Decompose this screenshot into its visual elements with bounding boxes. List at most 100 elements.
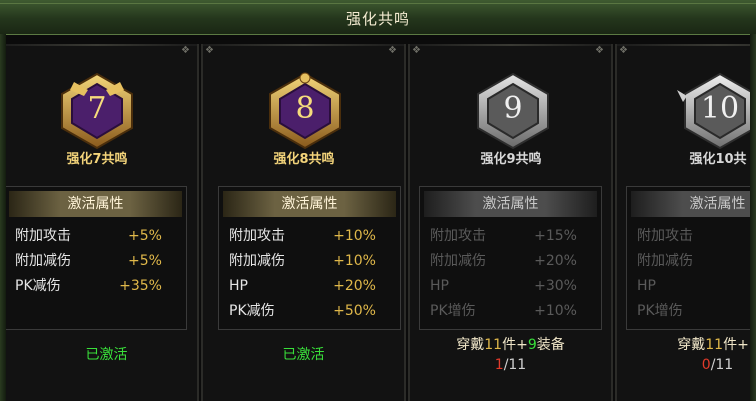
resonance-card-8[interactable]: ❖ ❖ 8 强化8共鸣 激活属性 附加攻击 +10% 附加减伤 +10% HP … xyxy=(201,44,406,401)
corner-ornament: ❖ xyxy=(388,45,397,56)
requirement-count: 11 xyxy=(484,337,503,353)
attribute-row: 附加攻击 +15% xyxy=(426,225,601,247)
rank-8-badge-icon: 8 xyxy=(262,72,348,150)
card-label: 强化8共鸣 xyxy=(273,152,335,167)
frame-right xyxy=(750,34,756,401)
attribute-value: +10% xyxy=(333,253,376,269)
card-divider xyxy=(615,44,617,401)
attribute-value: +50% xyxy=(333,303,376,319)
resonance-card-7[interactable]: ❖ 7 强化7共鸣 激活属性 附加攻击 +5% 附加减伤 +5% PK减伤 +3… xyxy=(6,44,199,401)
corner-ornament: ❖ xyxy=(412,45,421,56)
attribute-name: 附加攻击 xyxy=(637,228,693,244)
requirement-mid: 件+ xyxy=(502,337,528,353)
attribute-name: 附加减伤 xyxy=(15,253,71,269)
title-bar-accent xyxy=(0,3,756,4)
rank-9-badge-icon: 9 xyxy=(470,72,556,150)
attribute-row: PK减伤 +50% xyxy=(225,300,400,322)
requirement-count: 11 xyxy=(705,337,724,353)
requirement-level: 9 xyxy=(527,337,537,353)
attribute-value: +5% xyxy=(128,253,162,269)
corner-ornament: ❖ xyxy=(595,45,604,56)
attribute-row: 附加减伤 +10% xyxy=(225,250,400,272)
equip-requirement: 穿戴11件+1 xyxy=(625,334,750,354)
attribute-name: HP xyxy=(430,278,449,294)
corner-ornament: ❖ xyxy=(205,45,214,56)
attribute-row: 附加攻击 +5% xyxy=(11,225,186,247)
requirement-suffix: 装备 xyxy=(536,337,565,353)
requirement-mid: 件+1 xyxy=(723,337,750,353)
attribute-value: +5% xyxy=(128,228,162,244)
attribute-name: 附加攻击 xyxy=(229,228,285,244)
progress-total: /11 xyxy=(710,357,734,373)
attributes-header: 激活属性 xyxy=(223,191,396,217)
attribute-row: HP +20% xyxy=(225,275,400,297)
attribute-row: 附加攻击 xyxy=(633,225,750,247)
corner-ornament: ❖ xyxy=(619,45,628,56)
cards-scroll-track[interactable]: ❖ 7 强化7共鸣 激活属性 附加攻击 +5% 附加减伤 +5% PK减伤 +3… xyxy=(6,44,750,401)
badge-number: 7 xyxy=(87,91,107,126)
activated-status: 已激活 xyxy=(282,347,325,363)
corner-ornament: ❖ xyxy=(181,45,190,56)
card-label: 强化9共鸣 xyxy=(480,152,542,167)
attribute-value: +20% xyxy=(333,278,376,294)
attribute-row: PK增伤 +10% xyxy=(426,300,601,322)
attribute-value: +35% xyxy=(119,278,162,294)
badge-number: 10 xyxy=(700,91,740,126)
title-bar: 强化共鸣 xyxy=(0,0,756,35)
attribute-name: 附加攻击 xyxy=(15,228,71,244)
attribute-value: +10% xyxy=(534,303,577,319)
attributes-header: 激活属性 xyxy=(631,191,750,217)
attributes-panel: 激活属性 附加攻击 附加减伤 HP PK增伤 xyxy=(626,186,750,330)
attribute-name: HP xyxy=(229,278,248,294)
attribute-row: 附加攻击 +10% xyxy=(225,225,400,247)
attribute-value: +30% xyxy=(534,278,577,294)
attributes-header: 激活属性 xyxy=(424,191,597,217)
attribute-row: 附加减伤 +20% xyxy=(426,250,601,272)
attribute-name: PK增伤 xyxy=(430,303,476,319)
attribute-value: +15% xyxy=(534,228,577,244)
equip-requirement: 穿戴11件+9装备 xyxy=(418,334,603,354)
badge-number: 9 xyxy=(503,91,523,126)
progress-current: 1 xyxy=(494,357,504,373)
card-divider xyxy=(201,44,203,401)
card-divider xyxy=(611,44,613,401)
attribute-row: 附加减伤 xyxy=(633,250,750,272)
attribute-name: 附加攻击 xyxy=(430,228,486,244)
requirement-prefix: 穿戴 xyxy=(456,337,485,353)
attribute-name: PK增伤 xyxy=(637,303,683,319)
attribute-row: HP +30% xyxy=(426,275,601,297)
window-title: 强化共鸣 xyxy=(345,10,410,28)
resonance-card-9[interactable]: ❖ ❖ 9 强化9共鸣 激活属性 附加攻击 +15% 附加减伤 +20% HP … xyxy=(408,44,613,401)
attribute-name: 附加减伤 xyxy=(229,253,285,269)
rank-10-badge-icon: 10 xyxy=(677,72,750,150)
activated-status: 已激活 xyxy=(85,347,128,363)
progress-total: /11 xyxy=(503,357,527,373)
attributes-panel: 激活属性 附加攻击 +10% 附加减伤 +10% HP +20% PK减伤 +5… xyxy=(218,186,401,330)
equip-progress: 1/11 xyxy=(418,357,603,373)
requirement-prefix: 穿戴 xyxy=(677,337,706,353)
resonance-window: 强化共鸣 ❖ 7 强化7共鸣 激活属性 附加攻击 +5% 附加减伤 +5% PK… xyxy=(0,0,756,401)
attribute-row: HP xyxy=(633,275,750,297)
card-divider xyxy=(404,44,406,401)
attribute-row: PK减伤 +35% xyxy=(11,275,186,297)
progress-current: 0 xyxy=(701,357,711,373)
attribute-name: 附加减伤 xyxy=(430,253,486,269)
attribute-row: PK增伤 xyxy=(633,300,750,322)
attribute-name: 附加减伤 xyxy=(637,253,693,269)
rank-7-badge-icon: 7 xyxy=(54,72,140,150)
attributes-header: 激活属性 xyxy=(9,191,182,217)
attribute-row: 附加减伤 +5% xyxy=(11,250,186,272)
attribute-value: +10% xyxy=(333,228,376,244)
equip-progress: 0/11 xyxy=(625,357,750,373)
attributes-panel: 激活属性 附加攻击 +15% 附加减伤 +20% HP +30% PK增伤 +1… xyxy=(419,186,602,330)
attribute-name: PK减伤 xyxy=(15,278,61,294)
card-label: 强化7共鸣 xyxy=(66,152,128,167)
card-label: 强化10共 xyxy=(689,152,747,167)
attribute-name: PK减伤 xyxy=(229,303,275,319)
resonance-card-10[interactable]: ❖ 10 强化10共 激活属性 附加攻击 附加减伤 HP PK增伤 穿戴11件+… xyxy=(615,44,750,401)
attributes-panel: 激活属性 附加攻击 +5% 附加减伤 +5% PK减伤 +35% xyxy=(6,186,187,330)
badge-number: 8 xyxy=(295,91,315,126)
attribute-value: +20% xyxy=(534,253,577,269)
card-divider xyxy=(408,44,410,401)
attribute-name: HP xyxy=(637,278,656,294)
